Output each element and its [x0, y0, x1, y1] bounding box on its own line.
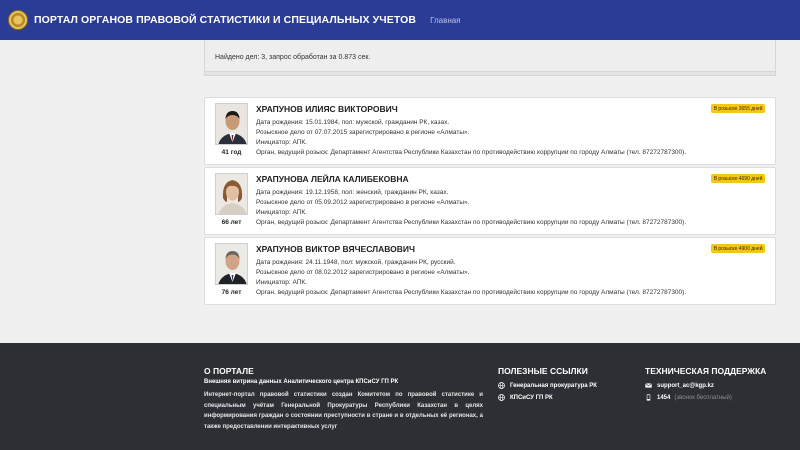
portal-title[interactable]: ПОРТАЛ ОРГАНОВ ПРАВОВОЙ СТАТИСТИКИ И СПЕ…: [34, 14, 416, 26]
panel-bottom-strip: [204, 72, 776, 76]
about-subtitle: Внешняя витрина данных Аналитического це…: [204, 379, 399, 385]
organ-info: Орган, ведущий розыск: Департамент Агент…: [256, 219, 687, 226]
birth-info: Дата рождения: 15.01.1984, пол: мужской,…: [256, 119, 450, 126]
link-label[interactable]: КПСиСУ ГП РК: [510, 395, 553, 401]
person-name[interactable]: ХРАПУНОВ ИЛИЯС ВИКТОРОВИЧ: [256, 104, 398, 114]
site-footer: О ПОРТАЛЕ Внешняя витрина данных Аналити…: [0, 343, 800, 450]
person-name[interactable]: ХРАПУНОВ ВИКТОР ВЯЧЕСЛАВОВИЧ: [256, 244, 415, 254]
wanted-days-badge: В розыске 4900 дней: [711, 244, 765, 253]
nav-link-home[interactable]: Главная: [430, 16, 460, 25]
wanted-card[interactable]: 76 лет ХРАПУНОВ ВИКТОР ВЯЧЕСЛАВОВИЧ В ро…: [204, 237, 776, 305]
link-label[interactable]: Генеральная прокуратура РК: [510, 383, 597, 389]
initiator-info: Инициатор: АПК.: [256, 279, 307, 286]
initiator-info: Инициатор: АПК.: [256, 139, 307, 146]
support-title: ТЕХНИЧЕСКАЯ ПОДДЕРЖКА: [645, 366, 767, 376]
phone-icon: [646, 394, 651, 401]
wanted-days-badge: В розыске 3655 дней: [711, 104, 765, 113]
support-phone[interactable]: 1454 (звонок бесплатный): [645, 394, 732, 401]
links-title: ПОЛЕЗНЫЕ ССЫЛКИ: [498, 366, 588, 376]
organ-info: Орган, ведущий розыск: Департамент Агент…: [256, 149, 687, 156]
phone-note: (звонок бесплатный): [674, 394, 732, 401]
person-age: 76 лет: [221, 289, 242, 296]
birth-info: Дата рождения: 24.11.1948, пол: мужской,…: [256, 259, 456, 266]
person-name[interactable]: ХРАПУНОВА ЛЕЙЛА КАЛИБЕКОВНА: [256, 174, 409, 184]
case-info: Розыскное дело от 07.07.2015 зарегистрир…: [256, 129, 470, 136]
person-age: 66 лет: [221, 219, 242, 226]
person-photo[interactable]: [215, 103, 248, 145]
person-photo[interactable]: [215, 173, 248, 215]
phone-number[interactable]: 1454: [657, 395, 670, 401]
envelope-icon: [645, 383, 652, 388]
top-navbar: ПОРТАЛ ОРГАНОВ ПРАВОВОЙ СТАТИСТИКИ И СПЕ…: [0, 0, 800, 40]
person-age: 41 год: [221, 149, 242, 156]
initiator-info: Инициатор: АПК.: [256, 209, 307, 216]
globe-icon: [498, 382, 505, 389]
found-count-text: Найдено дел: 3, запрос обработан за 0.87…: [215, 54, 371, 61]
link-prosecutor[interactable]: Генеральная прокуратура РК: [498, 382, 597, 389]
emblem-logo[interactable]: [8, 10, 28, 30]
link-kpsisu[interactable]: КПСиСУ ГП РК: [498, 394, 553, 401]
case-info: Розыскное дело от 05.09.2012 зарегистрир…: [256, 199, 470, 206]
email-text[interactable]: support_ac@kgp.kz: [657, 383, 714, 389]
birth-info: Дата рождения: 19.12.1958, пол: женский,…: [256, 189, 449, 196]
organ-info: Орган, ведущий розыск: Департамент Агент…: [256, 289, 687, 296]
wanted-card[interactable]: 41 год ХРАПУНОВ ИЛИЯС ВИКТОРОВИЧ В розыс…: [204, 97, 776, 165]
search-result-panel: Найдено дел: 3, запрос обработан за 0.87…: [204, 40, 776, 72]
about-text: Интернет-портал правовой статистики созд…: [204, 392, 483, 430]
case-info: Розыскное дело от 08.02.2012 зарегистрир…: [256, 269, 470, 276]
wanted-card[interactable]: 66 лет ХРАПУНОВА ЛЕЙЛА КАЛИБЕКОВНА В роз…: [204, 167, 776, 235]
person-photo[interactable]: [215, 243, 248, 285]
globe-icon: [498, 394, 505, 401]
support-email[interactable]: support_ac@kgp.kz: [645, 382, 714, 389]
wanted-days-badge: В розыске 4690 дней: [711, 174, 765, 183]
about-title: О ПОРТАЛЕ: [204, 366, 254, 376]
